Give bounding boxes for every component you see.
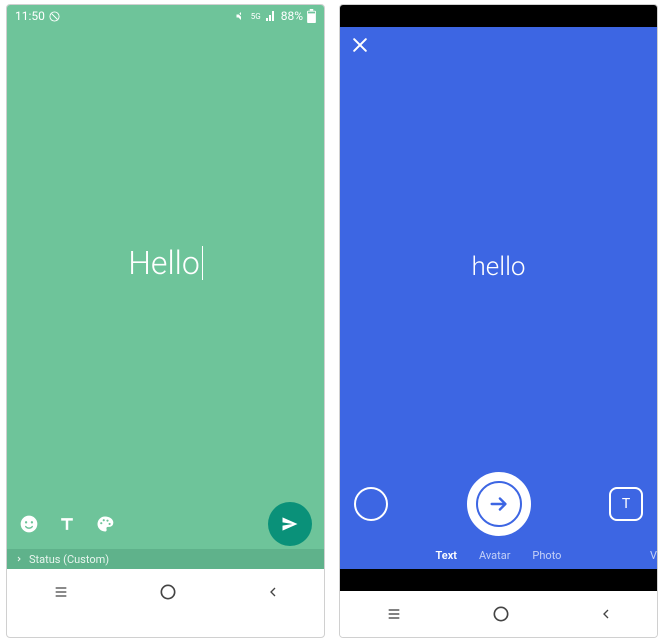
top-black-bar <box>340 5 657 27</box>
android-nav-bar <box>7 569 324 615</box>
tab-avatar[interactable]: Avatar <box>479 549 510 562</box>
blue-canvas[interactable]: hello T Text Avatar Photo V <box>340 27 657 569</box>
nav-home-button[interactable] <box>491 604 511 624</box>
tab-text[interactable]: Text <box>436 549 457 562</box>
mode-tabs: Text Avatar Photo V <box>340 541 657 569</box>
status-compose-canvas[interactable]: 11:50 5G 88% <box>7 5 324 569</box>
send-button[interactable] <box>268 502 312 546</box>
color-picker-button[interactable] <box>354 487 388 521</box>
bottom-black-bar <box>340 569 657 591</box>
android-nav-bar <box>340 591 657 637</box>
android-status-bar: 11:50 5G 88% <box>7 5 324 27</box>
chevron-right-icon <box>15 553 23 566</box>
signal-icon <box>265 10 277 22</box>
nav-home-button[interactable] <box>158 582 178 602</box>
font-style-button[interactable]: T <box>609 487 643 521</box>
t-glyph: T <box>622 496 630 512</box>
network-icon: 5G <box>251 12 261 21</box>
composed-text: Hello <box>128 244 200 282</box>
right-phone-status-composer: hello T Text Avatar Photo V <box>339 4 658 638</box>
composed-text: hello <box>472 252 526 282</box>
nav-back-button[interactable] <box>598 606 614 622</box>
privacy-label: Status (Custom) <box>29 553 109 566</box>
tab-photo[interactable]: Photo <box>532 549 561 562</box>
nav-recents-button[interactable] <box>384 606 404 622</box>
text-input-area[interactable]: hello <box>340 67 657 467</box>
left-phone-whatsapp-status: 11:50 5G 88% <box>6 4 325 638</box>
emoji-icon[interactable] <box>19 514 39 534</box>
text-cursor <box>202 246 203 280</box>
no-sim-icon <box>49 11 60 22</box>
nav-back-button[interactable] <box>265 584 281 600</box>
font-icon[interactable] <box>57 514 77 534</box>
close-icon[interactable] <box>350 35 370 59</box>
battery-percent: 88% <box>281 9 303 23</box>
nav-recents-button[interactable] <box>51 584 71 600</box>
status-clock: 11:50 <box>15 9 45 23</box>
battery-icon <box>307 9 316 23</box>
text-input-area[interactable]: Hello <box>7 27 324 499</box>
mute-icon <box>235 10 247 22</box>
compose-toolbar <box>7 499 324 549</box>
bottom-controls: T <box>340 467 657 541</box>
tab-video-cut[interactable]: V <box>650 549 657 562</box>
send-button[interactable] <box>467 472 531 536</box>
privacy-strip[interactable]: Status (Custom) <box>7 549 324 569</box>
palette-icon[interactable] <box>95 514 115 534</box>
